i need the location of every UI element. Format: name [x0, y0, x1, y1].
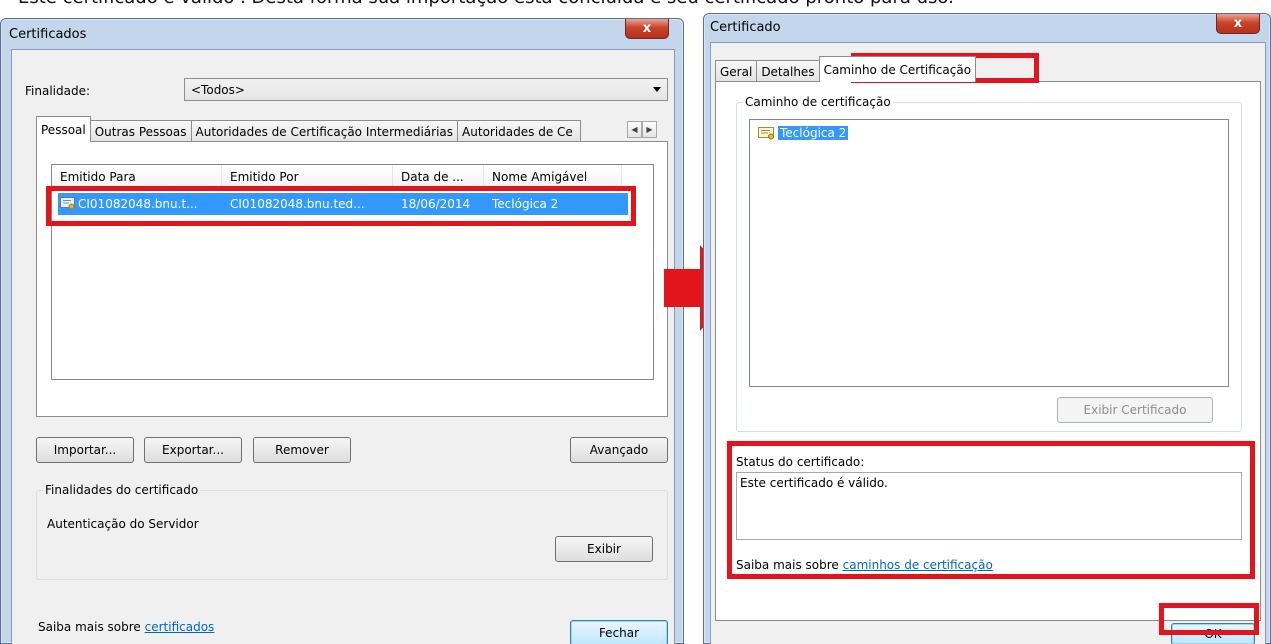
purposes-group: Finalidades do certificado Autenticação … [36, 483, 668, 580]
table-row[interactable]: CI01082048.bnu.t... CI01082048.bnu.ted..… [58, 193, 628, 215]
tab-panel: Caminho de certificação Teclógica 2 Exib… [715, 81, 1261, 621]
learn-more-prefix: Saiba mais sobre [38, 620, 145, 634]
purpose-dropdown[interactable]: <Todos> [184, 78, 668, 101]
window-title: Certificados [9, 27, 87, 42]
certificate-window: Certificado x Geral Detalhes Caminho de … [703, 13, 1271, 644]
export-button[interactable]: Exportar... [144, 437, 242, 463]
path-group-label: Caminho de certificação [743, 95, 893, 109]
certificates-link[interactable]: certificados [145, 620, 215, 634]
tab-intermediate-authorities[interactable]: Autoridades de Certificação Intermediári… [190, 120, 459, 142]
status-label: Status do certificado: [736, 455, 865, 469]
scroll-right-icon[interactable]: ▶ [642, 121, 657, 138]
certificate-list[interactable]: Emitido Para Emitido Por Data de ... Nom… [51, 164, 654, 380]
certificate-icon [60, 196, 76, 211]
column-header-date[interactable]: Data de ... [393, 165, 484, 188]
certificate-tabs: Geral Detalhes Caminho de Certificação [715, 56, 977, 82]
purpose-label: Finalidade: [25, 84, 91, 98]
column-header-friendly-name[interactable]: Nome Amigável [484, 165, 622, 188]
ok-button[interactable]: OK [1171, 623, 1255, 644]
tab-panel: Emitido Para Emitido Por Data de ... Nom… [36, 141, 668, 417]
certificates-window: Certificados x Finalidade: <Todos> Pesso… [0, 18, 684, 644]
view-certificate-button[interactable]: Exibir Certificado [1057, 397, 1213, 423]
close-button[interactable]: Fechar [570, 620, 668, 644]
cell-issued-by: CI01082048.bnu.ted... [230, 196, 365, 211]
status-text: Este certificado é válido. [740, 476, 888, 490]
chevron-down-icon [653, 87, 661, 92]
tab-root-authorities[interactable]: Autoridades de Ce [457, 120, 582, 142]
cell-date: 18/06/2014 [401, 196, 471, 211]
view-button[interactable]: Exibir [555, 536, 653, 562]
column-header-issued-to[interactable]: Emitido Para [52, 165, 222, 188]
remove-button[interactable]: Remover [253, 437, 351, 463]
path-group: Caminho de certificação Teclógica 2 Exib… [736, 95, 1242, 432]
status-textbox[interactable]: Este certificado é válido. [736, 472, 1242, 540]
import-button[interactable]: Importar... [36, 437, 134, 463]
learn-more-text: Saiba mais sobre caminhos de certificaçã… [736, 558, 993, 572]
close-icon[interactable]: x [625, 19, 669, 39]
purpose-value: <Todos> [191, 82, 245, 97]
tree-item[interactable]: Teclógica 2 [758, 124, 849, 142]
window-body: Geral Detalhes Caminho de Certificação C… [710, 42, 1266, 644]
cell-friendly-name: Teclógica 2 [492, 196, 559, 211]
window-title: Certificado [710, 20, 781, 35]
purposes-value: Autenticação do Servidor [47, 517, 199, 531]
tab-outras-pessoas[interactable]: Outras Pessoas [89, 120, 192, 142]
tree-item-label: Teclógica 2 [778, 126, 849, 140]
cell-issued-to: CI01082048.bnu.t... [78, 196, 198, 211]
tab-pessoal[interactable]: Pessoal [36, 116, 91, 142]
tab-detalhes[interactable]: Detalhes [756, 60, 820, 82]
certificate-icon [758, 126, 778, 141]
close-icon[interactable]: x [1216, 14, 1260, 34]
tab-geral[interactable]: Geral [715, 60, 758, 82]
tab-caminho-de-certificacao[interactable]: Caminho de Certificação [818, 56, 977, 82]
certification-paths-link[interactable]: caminhos de certificação [843, 558, 993, 572]
advanced-button[interactable]: Avançado [570, 437, 668, 463]
purposes-group-label: Finalidades do certificado [43, 483, 201, 497]
learn-more-prefix: Saiba mais sobre [736, 558, 843, 572]
path-tree[interactable]: Teclógica 2 [749, 119, 1229, 387]
store-tabs: Pessoal Outras Pessoas Autoridades de Ce… [36, 116, 582, 142]
learn-more-text: Saiba mais sobre certificados [38, 620, 214, 634]
column-header-issued-by[interactable]: Emitido Por [222, 165, 393, 188]
caption-text: Este certificado é válido . Desta forma … [18, 0, 954, 8]
window-body: Finalidade: <Todos> Pessoal Outras Pesso… [11, 49, 675, 644]
scroll-left-icon[interactable]: ◀ [627, 121, 642, 138]
